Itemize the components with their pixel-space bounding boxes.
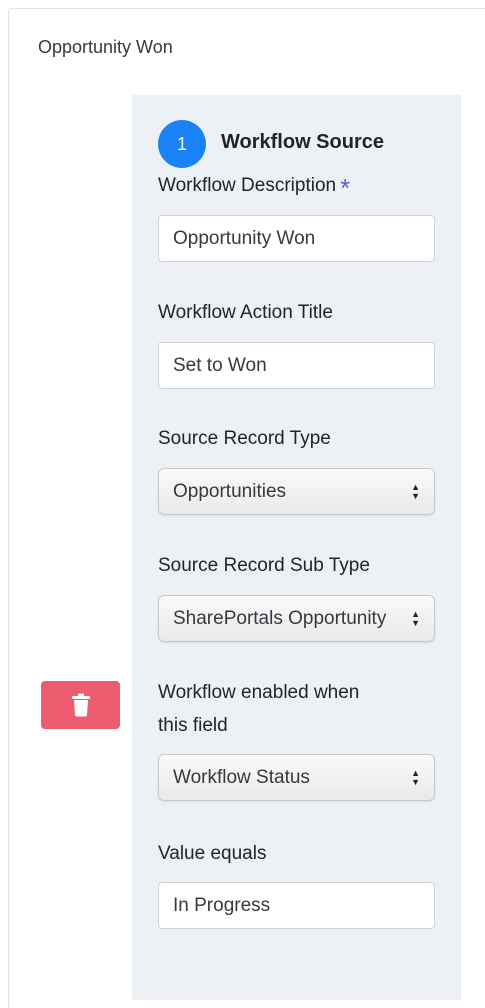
updown-arrows-icon: ▲ ▼ [411,481,420,501]
card-title: Opportunity Won [38,37,173,57]
workflow-enabled-field-select[interactable]: Workflow Status ▲ ▼ [158,754,435,801]
source-record-type-label: Source Record Type [158,428,331,449]
trash-icon [71,693,90,717]
updown-arrows-icon: ▲ ▼ [411,767,420,787]
workflow-enabled-label-line2: this field [158,715,228,736]
source-record-sub-type-select[interactable]: SharePortals Opportunity ▲ ▼ [158,595,435,642]
workflow-action-title-label: Workflow Action Title [158,302,333,323]
step-number-badge: 1 [158,120,206,168]
source-record-sub-type-value: SharePortals Opportunity [173,607,387,629]
updown-arrows-icon: ▲ ▼ [411,608,420,628]
workflow-enabled-field-value: Workflow Status [173,766,310,788]
workflow-action-title-input[interactable]: Set to Won [158,342,435,389]
required-asterisk-icon: * [340,173,351,203]
value-equals-input[interactable]: In Progress [158,882,435,929]
source-record-sub-type-label: Source Record Sub Type [158,555,370,576]
value-equals-label: Value equals [158,843,267,864]
source-record-type-value: Opportunities [173,480,287,502]
step-title: Workflow Source [221,131,384,153]
delete-button[interactable] [41,681,120,729]
workflow-description-label-text: Workflow Description [158,175,337,196]
workflow-enabled-label-line1: Workflow enabled when [158,682,360,703]
source-record-type-select[interactable]: Opportunities ▲ ▼ [158,468,435,515]
workflow-description-input[interactable]: Opportunity Won [158,215,435,262]
workflow-description-label: Workflow Description * [158,170,350,204]
